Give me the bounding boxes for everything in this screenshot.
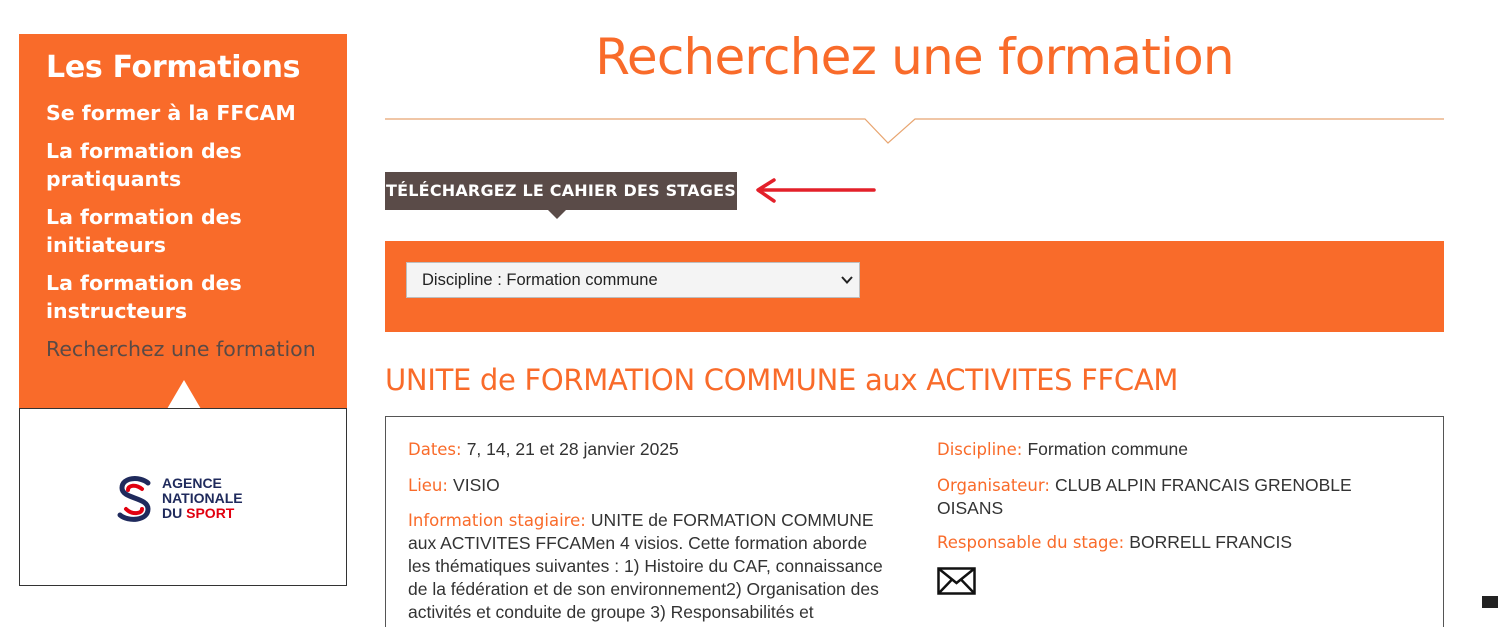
course-title: UNITE de FORMATION COMMUNE aux ACTIVITES…	[385, 363, 1179, 397]
discipline-select[interactable]: Discipline : Formation commune	[406, 262, 860, 298]
lieu-label: Lieu:	[408, 476, 448, 495]
dates-label: Dates:	[408, 440, 462, 459]
discipline-row: Discipline: Formation commune	[937, 438, 1188, 461]
ans-logo-box[interactable]: AGENCE NATIONALE DU SPORT	[19, 408, 347, 586]
filter-bar: Discipline : Formation commune	[385, 241, 1444, 332]
responsable-row: Responsable du stage: BORRELL FRANCIS	[937, 531, 1292, 554]
page-title: Recherchez une formation	[595, 28, 1234, 86]
organisateur-label: Organisateur:	[937, 476, 1050, 495]
info-stagiaire-label: Information stagiaire:	[408, 511, 586, 530]
sidebar-title: Les Formations	[46, 50, 301, 85]
scroll-to-top-button[interactable]	[1482, 596, 1498, 608]
sidebar-active-notch	[167, 380, 201, 409]
lieu-row: Lieu: VISIO	[408, 474, 500, 497]
download-button-notch	[548, 210, 566, 219]
discipline-value: Formation commune	[1027, 439, 1188, 459]
red-arrow-icon	[756, 178, 876, 203]
info-stagiaire: Information stagiaire: UNITE de FORMATIO…	[408, 510, 883, 622]
dates-row: Dates: 7, 14, 21 et 28 janvier 2025	[408, 438, 679, 461]
chevron-down-icon	[841, 276, 853, 284]
sidebar-item-pratiquants[interactable]: La formation des pratiquants	[46, 137, 336, 193]
discipline-label: Discipline:	[937, 440, 1023, 459]
ans-logo-text: AGENCE NATIONALE DU SPORT	[162, 475, 243, 521]
course-info-box: Dates: 7, 14, 21 et 28 janvier 2025 Lieu…	[385, 416, 1444, 627]
sidebar-item-se-former[interactable]: Se former à la FFCAM	[46, 99, 336, 127]
discipline-select-value: Discipline : Formation commune	[422, 271, 658, 289]
sidebar-item-instructeurs[interactable]: La formation des instructeurs	[46, 269, 336, 325]
sidebar-item-initiateurs[interactable]: La formation des initiateurs	[46, 203, 336, 259]
sidebar: Les Formations Se former à la FFCAM La f…	[19, 34, 347, 409]
envelope-icon[interactable]	[937, 567, 976, 595]
download-cahier-button[interactable]: TÉLÉCHARGEZ LE CAHIER DES STAGES	[385, 172, 737, 210]
responsable-label: Responsable du stage:	[937, 533, 1125, 552]
responsable-value: BORRELL FRANCIS	[1129, 532, 1293, 552]
sidebar-item-recherchez[interactable]: Recherchez une formation	[46, 335, 336, 363]
dates-value: 7, 14, 21 et 28 janvier 2025	[466, 439, 679, 459]
ans-logo-icon	[117, 476, 151, 522]
title-divider	[385, 118, 1444, 144]
lieu-value: VISIO	[453, 475, 500, 495]
organisateur-row: Organisateur: CLUB ALPIN FRANCAIS GRENOB…	[937, 475, 1352, 518]
